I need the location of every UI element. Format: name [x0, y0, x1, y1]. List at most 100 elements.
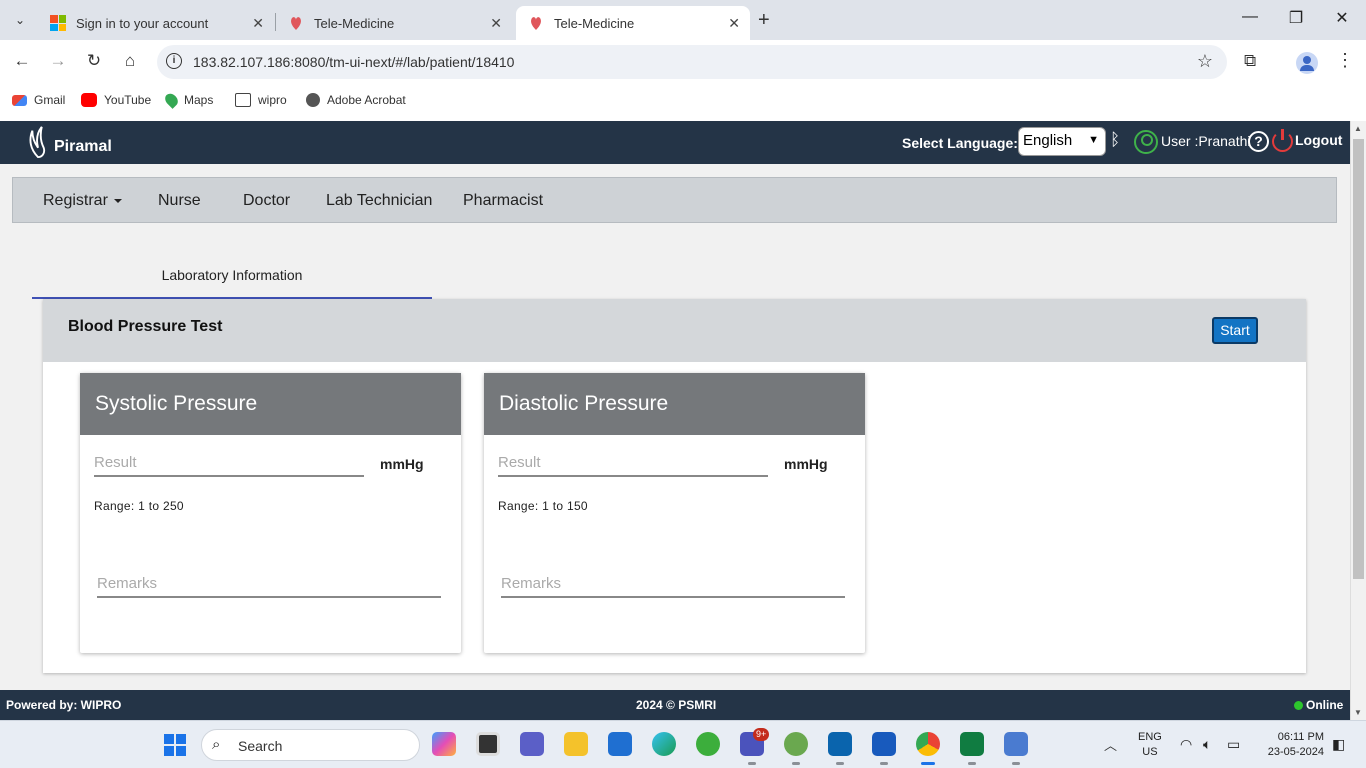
battery-icon[interactable]: ▭	[1227, 736, 1240, 753]
microsoft-store-icon[interactable]	[608, 732, 632, 756]
copyright-text: 2024 © PSMRI	[636, 698, 717, 712]
tab-laboratory-information[interactable]: Laboratory Information	[32, 255, 432, 299]
test-panel-header: Blood Pressure Test Start	[43, 299, 1306, 362]
role-pharmacist[interactable]: Pharmacist	[463, 192, 543, 210]
unit-label: mmHg	[380, 456, 424, 472]
browser-tab-title: Sign in to your account	[76, 15, 209, 31]
systolic-result-input[interactable]: Result	[94, 451, 364, 477]
bookmark-adobe-acrobat[interactable]: Adobe Acrobat	[306, 93, 406, 107]
clock[interactable]: 06:11 PM 23-05-2024	[1258, 730, 1324, 760]
url-text[interactable]: 183.82.107.186:8080/tm-ui-next/#/lab/pat…	[193, 54, 514, 70]
volume-icon[interactable]: 🔈︎	[1203, 736, 1211, 753]
remote-desktop-icon[interactable]	[1004, 732, 1028, 765]
clock-date: 23-05-2024	[1267, 746, 1324, 758]
role-label: Registrar	[43, 192, 108, 209]
browser-tab-telemedicine-1[interactable]: Tele-Medicine ✕	[276, 6, 512, 40]
piramal-logo[interactable]: Piramal	[26, 125, 112, 159]
region-code: US	[1142, 746, 1158, 758]
bookmark-gmail[interactable]: Gmail	[12, 93, 65, 107]
role-label: Nurse	[158, 192, 201, 209]
role-nurse[interactable]: Nurse	[158, 192, 201, 210]
bluetooth-icon[interactable]: ᛒ	[1110, 130, 1120, 150]
youtube-icon	[81, 93, 97, 107]
range-text: Range: 1 to 150	[498, 499, 588, 513]
online-dot-icon	[1294, 700, 1303, 710]
bookmark-wipro[interactable]: wipro	[235, 93, 287, 107]
bookmark-label: wipro	[258, 93, 287, 107]
home-icon[interactable]: ⌂	[118, 51, 142, 71]
word-icon[interactable]	[872, 732, 896, 765]
reload-icon[interactable]: ↻	[82, 51, 106, 71]
close-tab-icon[interactable]: ✕	[490, 15, 502, 32]
edge-browser-icon[interactable]	[652, 732, 676, 756]
extensions-puzzle-icon[interactable]: ⧉	[1244, 51, 1256, 71]
network-globe-icon[interactable]	[784, 732, 808, 765]
scroll-down-arrow-icon[interactable]: ▼	[1354, 708, 1362, 717]
card-title: Diastolic Pressure	[484, 373, 865, 435]
diastolic-pressure-card: Diastolic Pressure Result mmHg Range: 1 …	[484, 373, 865, 653]
browser-tab-strip: ⌄ Sign in to your account ✕ Tele-Medicin…	[0, 0, 1366, 40]
powered-by-text: Powered by: WIPRO	[6, 698, 122, 712]
page-scrollbar[interactable]: ▲ ▼	[1350, 121, 1366, 720]
show-hidden-icons-chevron-icon[interactable]: ︿	[1104, 735, 1117, 754]
new-tab-plus-icon[interactable]: +	[758, 9, 770, 32]
role-lab-technician[interactable]: Lab Technician	[326, 192, 432, 210]
excel-icon[interactable]	[960, 732, 984, 765]
outlook-icon[interactable]	[828, 732, 852, 765]
bookmark-maps[interactable]: Maps	[162, 91, 213, 109]
bookmark-star-icon[interactable]: ☆	[1197, 51, 1213, 72]
logout-link[interactable]: Logout	[1295, 132, 1342, 148]
language-label: Select Language:	[902, 135, 1018, 151]
copilot-icon[interactable]	[432, 732, 456, 756]
back-arrow-icon[interactable]: ←	[10, 51, 34, 71]
close-tab-icon[interactable]: ✕	[728, 15, 740, 32]
tab-search-chevron-icon[interactable]: ⌄	[8, 8, 32, 32]
scroll-up-arrow-icon[interactable]: ▲	[1354, 124, 1362, 133]
address-bar[interactable]: i 183.82.107.186:8080/tm-ui-next/#/lab/p…	[157, 45, 1227, 79]
forward-arrow-icon[interactable]: →	[46, 51, 70, 71]
browser-tab-telemedicine-active[interactable]: Tele-Medicine ✕	[516, 6, 750, 40]
bookmark-youtube[interactable]: YouTube	[81, 93, 151, 107]
diastolic-result-input[interactable]: Result	[498, 451, 768, 477]
windows-start-icon[interactable]	[164, 734, 186, 756]
role-label: Pharmacist	[463, 192, 544, 209]
status-text: Online	[1306, 698, 1344, 712]
unit-label: mmHg	[784, 456, 828, 472]
language-select[interactable]: English ▼	[1018, 127, 1106, 156]
browser-tab-signin[interactable]: Sign in to your account ✕	[38, 6, 274, 40]
bookmark-label: Adobe Acrobat	[327, 93, 406, 107]
power-icon[interactable]	[1272, 129, 1293, 152]
browser-menu-icon[interactable]: ⋮	[1336, 50, 1354, 71]
start-button[interactable]: Start	[1212, 317, 1258, 344]
close-window-icon[interactable]: ✕	[1322, 8, 1362, 28]
spring-tool-icon[interactable]	[696, 732, 720, 756]
restore-window-icon[interactable]: ❐	[1276, 8, 1316, 28]
role-doctor[interactable]: Doctor	[243, 192, 290, 210]
role-registrar[interactable]: Registrar	[43, 192, 122, 210]
systolic-remarks-input[interactable]: Remarks	[97, 572, 441, 598]
file-explorer-icon[interactable]	[564, 732, 588, 756]
wifi-icon[interactable]: ◠	[1180, 736, 1192, 753]
scrollbar-thumb[interactable]	[1353, 139, 1364, 579]
terminal-app-icon[interactable]	[476, 732, 500, 756]
language-value: English	[1023, 132, 1073, 149]
brand-name: Piramal	[54, 138, 112, 155]
chrome-icon[interactable]	[916, 732, 940, 765]
minimize-icon[interactable]: —	[1230, 8, 1270, 26]
browser-tab-title: Tele-Medicine	[314, 15, 395, 31]
profile-avatar-icon[interactable]	[1296, 52, 1318, 74]
app-header: Piramal Select Language: English ▼ ᛒ Use…	[0, 121, 1350, 164]
site-info-icon[interactable]: i	[166, 53, 182, 69]
search-icon: ⌕	[212, 736, 221, 753]
globe-icon	[306, 93, 320, 107]
help-question-icon[interactable]: ?	[1248, 131, 1269, 152]
input-language-indicator[interactable]: ENG US	[1138, 730, 1162, 760]
notification-bell-icon[interactable]: ◧	[1332, 736, 1345, 753]
teams-icon[interactable]	[520, 732, 544, 756]
app-footer: Powered by: WIPRO 2024 © PSMRI Online	[0, 690, 1350, 720]
diastolic-remarks-input[interactable]: Remarks	[501, 572, 845, 598]
range-text: Range: 1 to 250	[94, 499, 184, 513]
taskbar-search[interactable]: ⌕ Search	[201, 729, 420, 761]
close-tab-icon[interactable]: ✕	[252, 15, 264, 32]
maps-pin-icon	[162, 91, 181, 109]
